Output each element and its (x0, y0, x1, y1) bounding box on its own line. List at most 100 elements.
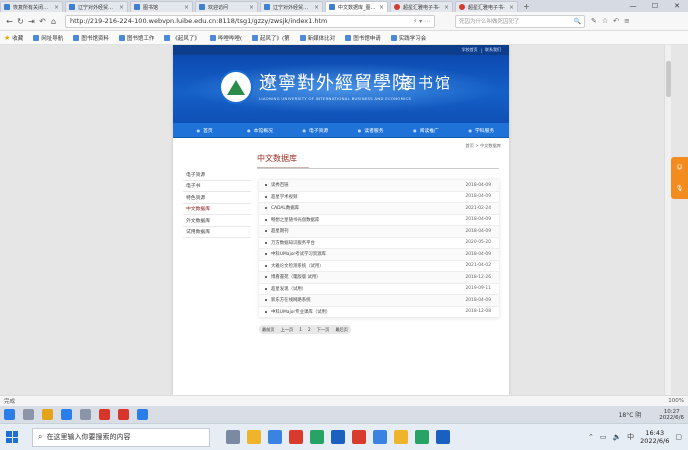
contact-link[interactable]: 联系我们 (485, 47, 501, 53)
tab-close-icon[interactable]: × (249, 4, 254, 11)
taskbar-clock[interactable]: 16:43 2022/6/6 (640, 429, 669, 445)
sidebar-item[interactable]: 电子资源 (183, 169, 251, 181)
app-icon[interactable] (61, 409, 72, 420)
nav-item[interactable]: ● 读者服务 (343, 127, 398, 134)
app-icon[interactable] (4, 409, 15, 420)
wechat-icon[interactable] (310, 430, 324, 444)
app-icon[interactable] (99, 409, 110, 420)
nav-item[interactable]: ● 阅读推广 (398, 127, 453, 134)
bookmark-item[interactable]: ★ 收藏 (4, 34, 23, 42)
maximize-icon[interactable]: ☐ (644, 0, 666, 12)
tab-close-icon[interactable]: × (379, 4, 384, 11)
sidebar-item[interactable]: 电子书 (183, 181, 251, 192)
home-icon[interactable]: ⌂ (48, 17, 59, 26)
notification-icon[interactable]: ▢ (675, 433, 682, 441)
chat-icon[interactable]: ☺ (676, 164, 682, 171)
zoom-level[interactable]: 100% (668, 398, 684, 404)
page-1-link[interactable]: 1 (299, 327, 302, 332)
url-text[interactable]: http://219-216-224-100.webvpn.luibe.edu.… (70, 17, 413, 25)
tab-close-icon[interactable]: × (54, 4, 59, 11)
media-icon[interactable] (436, 430, 450, 444)
taskbar-search[interactable]: ⌕ 在这里输入你要搜索的内容 (32, 427, 210, 447)
tab-close-icon[interactable]: × (444, 4, 449, 11)
next-page-link[interactable]: 下一页 (317, 327, 330, 333)
address-actions-icon[interactable]: ⚡ ▾ ⋯ (413, 18, 430, 25)
refresh-icon[interactable]: ↻ (15, 17, 26, 26)
app-icon[interactable] (137, 409, 148, 420)
list-item[interactable]: CADAL数据库 2021-02-24 (259, 203, 499, 215)
last-page-link[interactable]: 最后页 (335, 327, 348, 333)
browser-tab[interactable]: 辽宁对外经贸学院 × (65, 1, 128, 12)
nav-item[interactable]: ● 首页 (177, 127, 232, 134)
list-item[interactable]: 新东方在线网路系统 2018-04-09 (259, 295, 499, 307)
list-item[interactable]: 超星期刊 2018-04-09 (259, 226, 499, 238)
browser-tab[interactable]: 超星汇雅电子书- × (390, 1, 453, 12)
bookmark-item[interactable]: 实践学习会 (390, 34, 426, 42)
tray-chevron-icon[interactable]: ⌃ (588, 433, 594, 441)
vertical-scrollbar[interactable] (664, 45, 671, 395)
database-link[interactable]: 中科UMajor考试学习资源库 (271, 251, 465, 257)
tab-close-icon[interactable]: × (509, 4, 514, 11)
app-icon[interactable] (80, 409, 91, 420)
app-icon[interactable] (415, 430, 429, 444)
list-item[interactable]: 畅想之星随书光盘数据库 2018-04-09 (259, 215, 499, 226)
browser-tab[interactable]: 超星汇雅电子书- × (455, 1, 518, 12)
minimize-icon[interactable]: — (622, 0, 644, 12)
database-link[interactable]: 新东方在线网路系统 (271, 297, 465, 303)
undo-icon[interactable]: ↶ (613, 17, 619, 25)
tab-close-icon[interactable]: × (119, 4, 124, 11)
list-item[interactable]: 超星发现（试用） 2019-09-11 (259, 284, 499, 295)
browser-tab[interactable]: 欢迎访问 × (195, 1, 258, 12)
database-link[interactable]: 读秀百链 (271, 182, 465, 188)
first-page-link[interactable]: 最前页 (262, 327, 275, 333)
prev-page-link[interactable]: 上一页 (281, 327, 294, 333)
browser-tab[interactable]: 恢复所有关闭页面 × (0, 1, 63, 12)
list-item[interactable]: 万方数据知识服务平台 2020-05-20 (259, 238, 499, 249)
search-icon[interactable]: 🔍 (574, 18, 581, 25)
browser-tab[interactable]: 图书馆 × (130, 1, 193, 12)
mail-icon[interactable] (289, 430, 303, 444)
history-back-icon[interactable]: ↶ (37, 17, 48, 26)
app-icon[interactable] (373, 430, 387, 444)
bookmark-item[interactable]: 起风了》(第 (252, 34, 290, 42)
edge-icon[interactable] (331, 430, 345, 444)
nav-item[interactable]: ● 学科服务 (454, 127, 509, 134)
app-icon[interactable] (268, 430, 282, 444)
database-link[interactable]: 博看書苑（電版版 试用） (271, 274, 465, 280)
side-widget[interactable]: ☺ 🎙 (671, 157, 688, 199)
extensions-icon[interactable]: ✎ (591, 17, 597, 25)
list-item[interactable]: 中科UMajor考试学习资源库 2018-04-09 (259, 249, 499, 261)
network-icon[interactable]: ▭ (600, 433, 607, 441)
windows-start-icon[interactable] (6, 431, 18, 443)
weather-widget[interactable]: 18°C 阴 (619, 410, 642, 419)
folder-icon[interactable] (42, 409, 53, 420)
task-view-icon[interactable] (226, 430, 240, 444)
sidebar-item[interactable]: 外文数据库 (183, 215, 251, 227)
back-icon[interactable]: ← (4, 17, 15, 26)
nav-item[interactable]: ● 本馆概况 (232, 127, 287, 134)
page-2-link[interactable]: 2 (308, 327, 311, 332)
sidebar-item[interactable]: 特色资源 (183, 192, 251, 204)
tab-close-icon[interactable]: × (184, 4, 189, 11)
browser-tab[interactable]: 中文数据库_图书馆 × (325, 1, 388, 12)
bookmark-item[interactable]: 图书馆工作 (118, 34, 154, 42)
app-icon[interactable] (23, 409, 34, 420)
browser-search-box[interactable]: 死囚为什么叫做死囚犯了 🔍 (455, 14, 585, 28)
database-link[interactable]: 超星期刊 (271, 228, 465, 234)
bookmark-item[interactable]: 新媒体比对 (299, 34, 335, 42)
taskbar-search-placeholder[interactable]: 在这里输入你要搜索的内容 (46, 432, 130, 442)
close-window-icon[interactable]: ✕ (666, 0, 688, 12)
sidebar-item[interactable]: 中文数据库 (183, 204, 251, 215)
database-link[interactable]: 超星发现（试用） (271, 286, 465, 292)
wps-icon[interactable] (118, 409, 129, 420)
mic-icon[interactable]: 🎙 (676, 185, 684, 192)
list-item[interactable]: 读秀百链 2018-04-09 (259, 180, 499, 192)
school-home-link[interactable]: 学校首页 (462, 47, 478, 53)
wps-icon[interactable] (352, 430, 366, 444)
database-link[interactable]: 畅想之星随书光盘数据库 (271, 217, 465, 223)
bookmark-item[interactable]: 哔哩哔哩( (209, 34, 242, 42)
address-bar[interactable]: http://219-216-224-100.webvpn.luibe.edu.… (65, 14, 435, 28)
database-link[interactable]: 超星学术视频 (271, 194, 465, 200)
database-link[interactable]: CADAL数据库 (271, 205, 465, 211)
volume-icon[interactable]: 🔈 (612, 433, 621, 441)
